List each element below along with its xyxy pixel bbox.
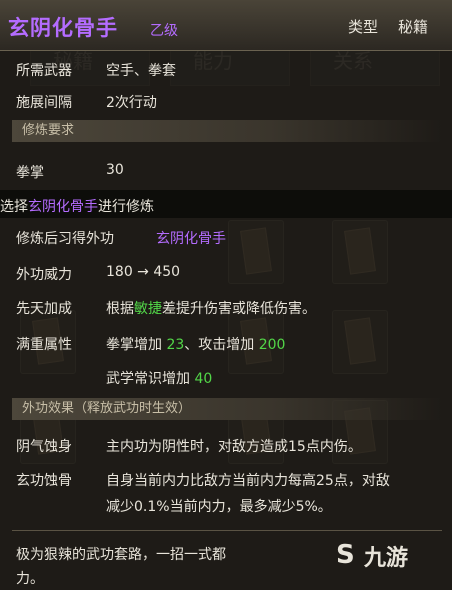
- skill-grade: 乙级: [150, 23, 178, 39]
- watermark-logo-icon: S: [336, 540, 355, 570]
- power-label: 外功威力: [16, 267, 72, 283]
- xuan-text-line-2: 减少0.1%当前内力，最多减少5%。: [106, 499, 332, 515]
- description-line-2: 力。: [16, 571, 44, 587]
- skill-title: 玄阴化骨手: [8, 16, 118, 40]
- innate-label: 先天加成: [16, 301, 72, 317]
- interval-value: 2次行动: [106, 95, 157, 111]
- yin-text: 主内功为阴性时，对敌方造成15点内伤。: [106, 439, 362, 455]
- fist-value: 30: [106, 162, 124, 178]
- requirement-section-header: 修炼要求: [12, 120, 442, 142]
- xuan-label: 玄功蚀骨: [16, 473, 72, 489]
- skill-tooltip-panel: 玄阴化骨手 乙级 类型 秘籍 所需武器 空手、拳套 施展间隔 2次行动 修炼要求…: [0, 0, 452, 590]
- tooltip-titlebar: 玄阴化骨手 乙级 类型 秘籍: [0, 0, 452, 51]
- type-value: 秘籍: [398, 18, 429, 36]
- divider: [12, 530, 442, 531]
- xuan-text-line-1: 自身当前内力比敌方当前内力每高25点，对敌: [106, 473, 390, 489]
- outer-effect-section-header: 外功效果（释放武功时生效）: [12, 398, 442, 420]
- learn-value: 玄阴化骨手: [156, 231, 226, 247]
- full-attr-label: 满重属性: [16, 337, 72, 353]
- cultivation-hint-bar: 选择玄阴化骨手进行修炼: [0, 190, 452, 218]
- full-attr-line-1: 拳掌增加 23、攻击增加 200: [106, 337, 286, 353]
- hint-text: 选择玄阴化骨手进行修炼: [0, 199, 154, 215]
- yin-label: 阴气蚀身: [16, 439, 72, 455]
- interval-label: 施展间隔: [16, 95, 72, 111]
- full-attr-line-2: 武学常识增加 40: [106, 371, 213, 387]
- fist-label: 拳掌: [16, 165, 44, 181]
- description-line-1: 极为狠辣的武功套路，一招一式都: [16, 547, 226, 563]
- watermark-text: 九游: [364, 546, 409, 571]
- learn-label: 修炼后习得外功: [16, 231, 114, 247]
- weapon-value: 空手、拳套: [106, 63, 176, 79]
- innate-text: 根据敏捷差提升伤害或降低伤害。: [106, 301, 316, 317]
- power-value: 180 → 450: [106, 264, 181, 280]
- weapon-label: 所需武器: [16, 63, 72, 79]
- type-label: 类型: [348, 18, 379, 36]
